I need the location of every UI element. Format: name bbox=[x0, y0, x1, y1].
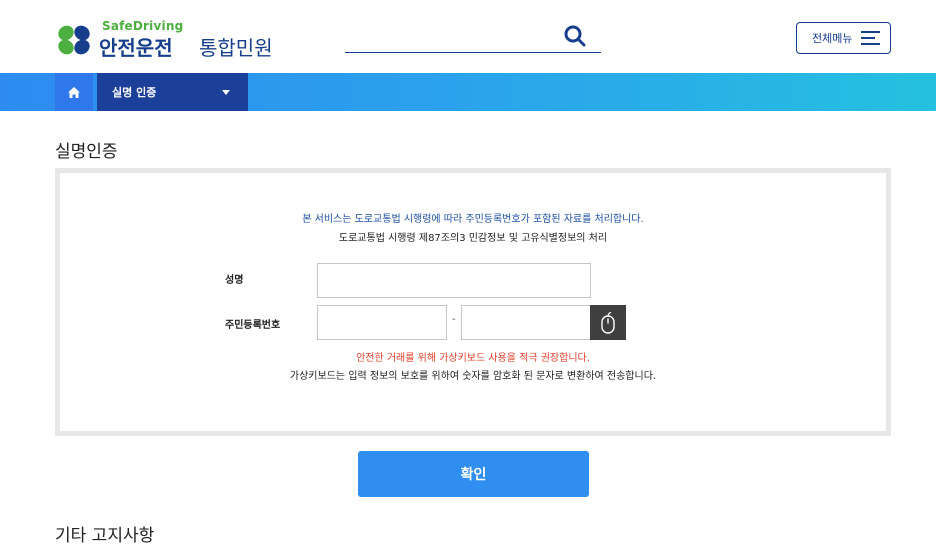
rrn-back-input[interactable] bbox=[461, 305, 591, 340]
search-icon[interactable] bbox=[563, 24, 587, 48]
search-bar[interactable] bbox=[345, 21, 601, 53]
breadcrumb-nav: 실명 인증 bbox=[0, 73, 936, 111]
page-title: 실명인증 bbox=[55, 142, 118, 162]
full-menu-button[interactable]: 전체메뉴 bbox=[796, 22, 891, 54]
other-notices-title: 기타 고지사항 bbox=[55, 526, 155, 546]
current-menu-dropdown[interactable]: 실명 인증 bbox=[97, 73, 248, 111]
caret-down-icon bbox=[222, 90, 230, 95]
rrn-label: 주민등록번호 bbox=[225, 320, 281, 331]
confirm-button[interactable]: 확인 bbox=[358, 451, 589, 497]
keyboard-info: 가상키보드는 입력 정보의 보호를 위하여 숫자를 암호화 된 문자로 변환하여… bbox=[289, 371, 657, 382]
mouse-icon bbox=[601, 311, 615, 334]
rrn-separator: - bbox=[452, 314, 456, 325]
legal-basis-text: 도로교통법 시행령 제87조의3 민감정보 및 고유식별정보의 처리 bbox=[338, 233, 608, 244]
logo-title: 안전운전 bbox=[99, 36, 173, 60]
logo-tagline: SafeDriving bbox=[102, 19, 184, 33]
site-header: SafeDriving 안전운전 통합민원 전체메뉴 bbox=[0, 0, 936, 73]
site-logo[interactable]: SafeDriving 안전운전 통합민원 bbox=[55, 19, 273, 60]
hamburger-icon bbox=[861, 31, 880, 45]
logo-subtitle: 통합민원 bbox=[199, 36, 273, 60]
rrn-front-input[interactable] bbox=[317, 305, 447, 340]
verification-form: 본 서비스는 도로교통법 시행령에 따라 주민등록번호가 포함된 자료를 처리합… bbox=[55, 168, 891, 436]
virtual-keyboard-button[interactable] bbox=[590, 305, 626, 340]
notice-text: 본 서비스는 도로교통법 시행령에 따라 주민등록번호가 포함된 자료를 처리합… bbox=[302, 214, 644, 225]
home-icon bbox=[68, 86, 80, 98]
home-button[interactable] bbox=[55, 73, 93, 111]
keyboard-warning: 안전한 거래를 위해 가상키보드 사용을 적극 권장합니다. bbox=[356, 353, 590, 364]
name-input[interactable] bbox=[317, 263, 591, 298]
current-menu-label: 실명 인증 bbox=[112, 86, 157, 99]
clover-logo-icon bbox=[55, 23, 95, 57]
confirm-label: 확인 bbox=[460, 467, 487, 483]
full-menu-label: 전체메뉴 bbox=[812, 32, 853, 45]
name-label: 성명 bbox=[225, 275, 244, 286]
